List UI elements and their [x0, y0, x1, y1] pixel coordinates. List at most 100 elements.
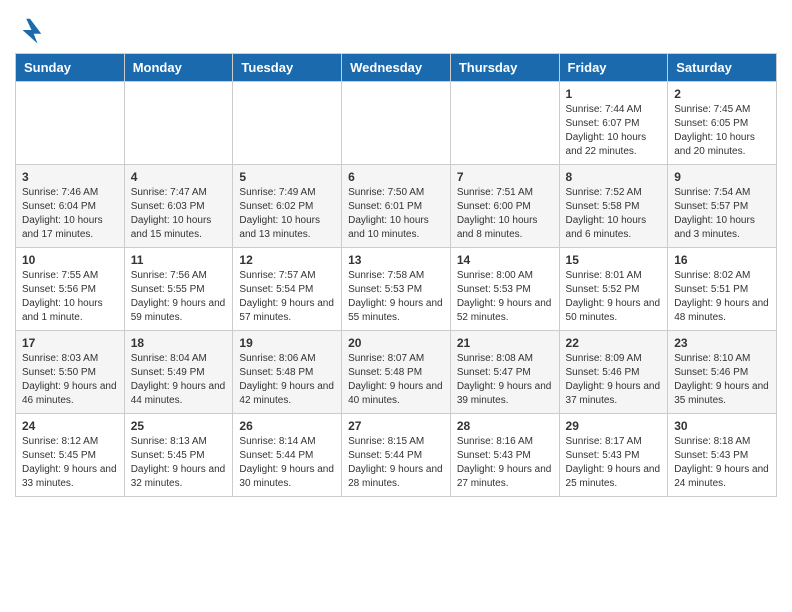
calendar-header: SundayMondayTuesdayWednesdayThursdayFrid… [16, 54, 777, 82]
day-cell: 6 Sunrise: 7:50 AM Sunset: 6:01 PM Daylig… [342, 165, 451, 248]
day-info: Sunrise: 7:55 AM Sunset: 5:56 PM Dayligh… [22, 269, 118, 325]
day-cell [16, 82, 125, 165]
day-cell: 22 Sunrise: 8:09 AM Sunset: 5:46 PM Dayli… [559, 331, 668, 414]
day-info: Sunrise: 8:08 AM Sunset: 5:47 PM Dayligh… [457, 352, 553, 408]
day-number: 4 [131, 170, 227, 184]
day-number: 10 [22, 253, 118, 267]
day-info: Sunrise: 8:12 AM Sunset: 5:45 PM Dayligh… [22, 435, 118, 491]
day-cell: 17Sunrise: 8:03 AM Sunset: 5:50 PM Dayli… [16, 331, 125, 414]
day-cell [342, 82, 451, 165]
day-number: 2 [674, 87, 770, 101]
day-info: Sunrise: 7:57 AM Sunset: 5:54 PM Dayligh… [239, 269, 335, 325]
day-info: Sunrise: 8:09 AM Sunset: 5:46 PM Dayligh… [566, 352, 662, 408]
day-cell: 13Sunrise: 7:58 AM Sunset: 5:53 PM Dayli… [342, 248, 451, 331]
day-info: Sunrise: 8:13 AM Sunset: 5:45 PM Dayligh… [131, 435, 227, 491]
day-number: 14 [457, 253, 553, 267]
day-cell: 28 Sunrise: 8:16 AM Sunset: 5:43 PM Dayli… [450, 414, 559, 497]
day-cell: 24 Sunrise: 8:12 AM Sunset: 5:45 PM Dayli… [16, 414, 125, 497]
day-info: Sunrise: 8:10 AM Sunset: 5:46 PM Dayligh… [674, 352, 770, 408]
day-cell: 4Sunrise: 7:47 AM Sunset: 6:03 PM Daylig… [124, 165, 233, 248]
day-number: 26 [239, 419, 335, 433]
day-cell: 3Sunrise: 7:46 AM Sunset: 6:04 PM Daylig… [16, 165, 125, 248]
day-info: Sunrise: 8:14 AM Sunset: 5:44 PM Dayligh… [239, 435, 335, 491]
day-cell: 27 Sunrise: 8:15 AM Sunset: 5:44 PM Dayli… [342, 414, 451, 497]
week-row-1: 1 Sunrise: 7:44 AM Sunset: 6:07 PM Daylig… [16, 82, 777, 165]
day-info: Sunrise: 7:49 AM Sunset: 6:02 PM Dayligh… [239, 186, 335, 242]
day-cell: 5 Sunrise: 7:49 AM Sunset: 6:02 PM Daylig… [233, 165, 342, 248]
day-number: 25 [131, 419, 227, 433]
day-number: 29 [566, 419, 662, 433]
day-cell: 11 Sunrise: 7:56 AM Sunset: 5:55 PM Dayli… [124, 248, 233, 331]
header-cell-monday: Monday [124, 54, 233, 82]
day-number: 20 [348, 336, 444, 350]
day-cell: 30 Sunrise: 8:18 AM Sunset: 5:43 PM Dayli… [668, 414, 777, 497]
day-number: 17 [22, 336, 118, 350]
day-number: 22 [566, 336, 662, 350]
day-info: Sunrise: 7:56 AM Sunset: 5:55 PM Dayligh… [131, 269, 227, 325]
day-info: Sunrise: 8:16 AM Sunset: 5:43 PM Dayligh… [457, 435, 553, 491]
header-row: SundayMondayTuesdayWednesdayThursdayFrid… [16, 54, 777, 82]
header-cell-tuesday: Tuesday [233, 54, 342, 82]
day-number: 5 [239, 170, 335, 184]
day-number: 1 [566, 87, 662, 101]
day-info: Sunrise: 7:46 AM Sunset: 6:04 PM Dayligh… [22, 186, 118, 242]
day-number: 19 [239, 336, 335, 350]
day-cell: 10 Sunrise: 7:55 AM Sunset: 5:56 PM Dayli… [16, 248, 125, 331]
day-number: 18 [131, 336, 227, 350]
day-info: Sunrise: 7:45 AM Sunset: 6:05 PM Dayligh… [674, 103, 770, 159]
calendar-body: 1 Sunrise: 7:44 AM Sunset: 6:07 PM Daylig… [16, 82, 777, 497]
day-info: Sunrise: 8:18 AM Sunset: 5:43 PM Dayligh… [674, 435, 770, 491]
week-row-4: 17Sunrise: 8:03 AM Sunset: 5:50 PM Dayli… [16, 331, 777, 414]
week-row-2: 3Sunrise: 7:46 AM Sunset: 6:04 PM Daylig… [16, 165, 777, 248]
day-number: 9 [674, 170, 770, 184]
day-number: 28 [457, 419, 553, 433]
day-cell: 19 Sunrise: 8:06 AM Sunset: 5:48 PM Dayli… [233, 331, 342, 414]
page-header [15, 10, 777, 45]
day-cell: 16Sunrise: 8:02 AM Sunset: 5:51 PM Dayli… [668, 248, 777, 331]
logo [15, 15, 49, 45]
header-cell-friday: Friday [559, 54, 668, 82]
day-number: 30 [674, 419, 770, 433]
day-info: Sunrise: 8:15 AM Sunset: 5:44 PM Dayligh… [348, 435, 444, 491]
day-info: Sunrise: 7:52 AM Sunset: 5:58 PM Dayligh… [566, 186, 662, 242]
day-cell: 12Sunrise: 7:57 AM Sunset: 5:54 PM Dayli… [233, 248, 342, 331]
day-cell: 20Sunrise: 8:07 AM Sunset: 5:48 PM Dayli… [342, 331, 451, 414]
day-info: Sunrise: 8:04 AM Sunset: 5:49 PM Dayligh… [131, 352, 227, 408]
day-number: 21 [457, 336, 553, 350]
day-info: Sunrise: 8:06 AM Sunset: 5:48 PM Dayligh… [239, 352, 335, 408]
day-info: Sunrise: 7:58 AM Sunset: 5:53 PM Dayligh… [348, 269, 444, 325]
header-cell-wednesday: Wednesday [342, 54, 451, 82]
day-info: Sunrise: 8:01 AM Sunset: 5:52 PM Dayligh… [566, 269, 662, 325]
day-number: 27 [348, 419, 444, 433]
day-cell [124, 82, 233, 165]
day-number: 23 [674, 336, 770, 350]
day-info: Sunrise: 7:50 AM Sunset: 6:01 PM Dayligh… [348, 186, 444, 242]
day-cell: 7 Sunrise: 7:51 AM Sunset: 6:00 PM Daylig… [450, 165, 559, 248]
day-info: Sunrise: 8:00 AM Sunset: 5:53 PM Dayligh… [457, 269, 553, 325]
logo-icon [15, 15, 45, 45]
day-number: 15 [566, 253, 662, 267]
day-cell: 1 Sunrise: 7:44 AM Sunset: 6:07 PM Daylig… [559, 82, 668, 165]
day-cell [450, 82, 559, 165]
day-cell: 26 Sunrise: 8:14 AM Sunset: 5:44 PM Dayli… [233, 414, 342, 497]
calendar-table: SundayMondayTuesdayWednesdayThursdayFrid… [15, 53, 777, 497]
day-cell: 8 Sunrise: 7:52 AM Sunset: 5:58 PM Daylig… [559, 165, 668, 248]
day-cell [233, 82, 342, 165]
day-number: 8 [566, 170, 662, 184]
header-cell-thursday: Thursday [450, 54, 559, 82]
day-cell: 21 Sunrise: 8:08 AM Sunset: 5:47 PM Dayli… [450, 331, 559, 414]
day-number: 7 [457, 170, 553, 184]
day-cell: 2 Sunrise: 7:45 AM Sunset: 6:05 PM Daylig… [668, 82, 777, 165]
day-info: Sunrise: 8:17 AM Sunset: 5:43 PM Dayligh… [566, 435, 662, 491]
header-cell-sunday: Sunday [16, 54, 125, 82]
day-info: Sunrise: 7:44 AM Sunset: 6:07 PM Dayligh… [566, 103, 662, 159]
day-info: Sunrise: 7:51 AM Sunset: 6:00 PM Dayligh… [457, 186, 553, 242]
day-number: 11 [131, 253, 227, 267]
day-number: 24 [22, 419, 118, 433]
day-cell: 25 Sunrise: 8:13 AM Sunset: 5:45 PM Dayli… [124, 414, 233, 497]
day-cell: 18 Sunrise: 8:04 AM Sunset: 5:49 PM Dayli… [124, 331, 233, 414]
week-row-3: 10 Sunrise: 7:55 AM Sunset: 5:56 PM Dayli… [16, 248, 777, 331]
day-info: Sunrise: 7:54 AM Sunset: 5:57 PM Dayligh… [674, 186, 770, 242]
day-number: 6 [348, 170, 444, 184]
week-row-5: 24 Sunrise: 8:12 AM Sunset: 5:45 PM Dayli… [16, 414, 777, 497]
